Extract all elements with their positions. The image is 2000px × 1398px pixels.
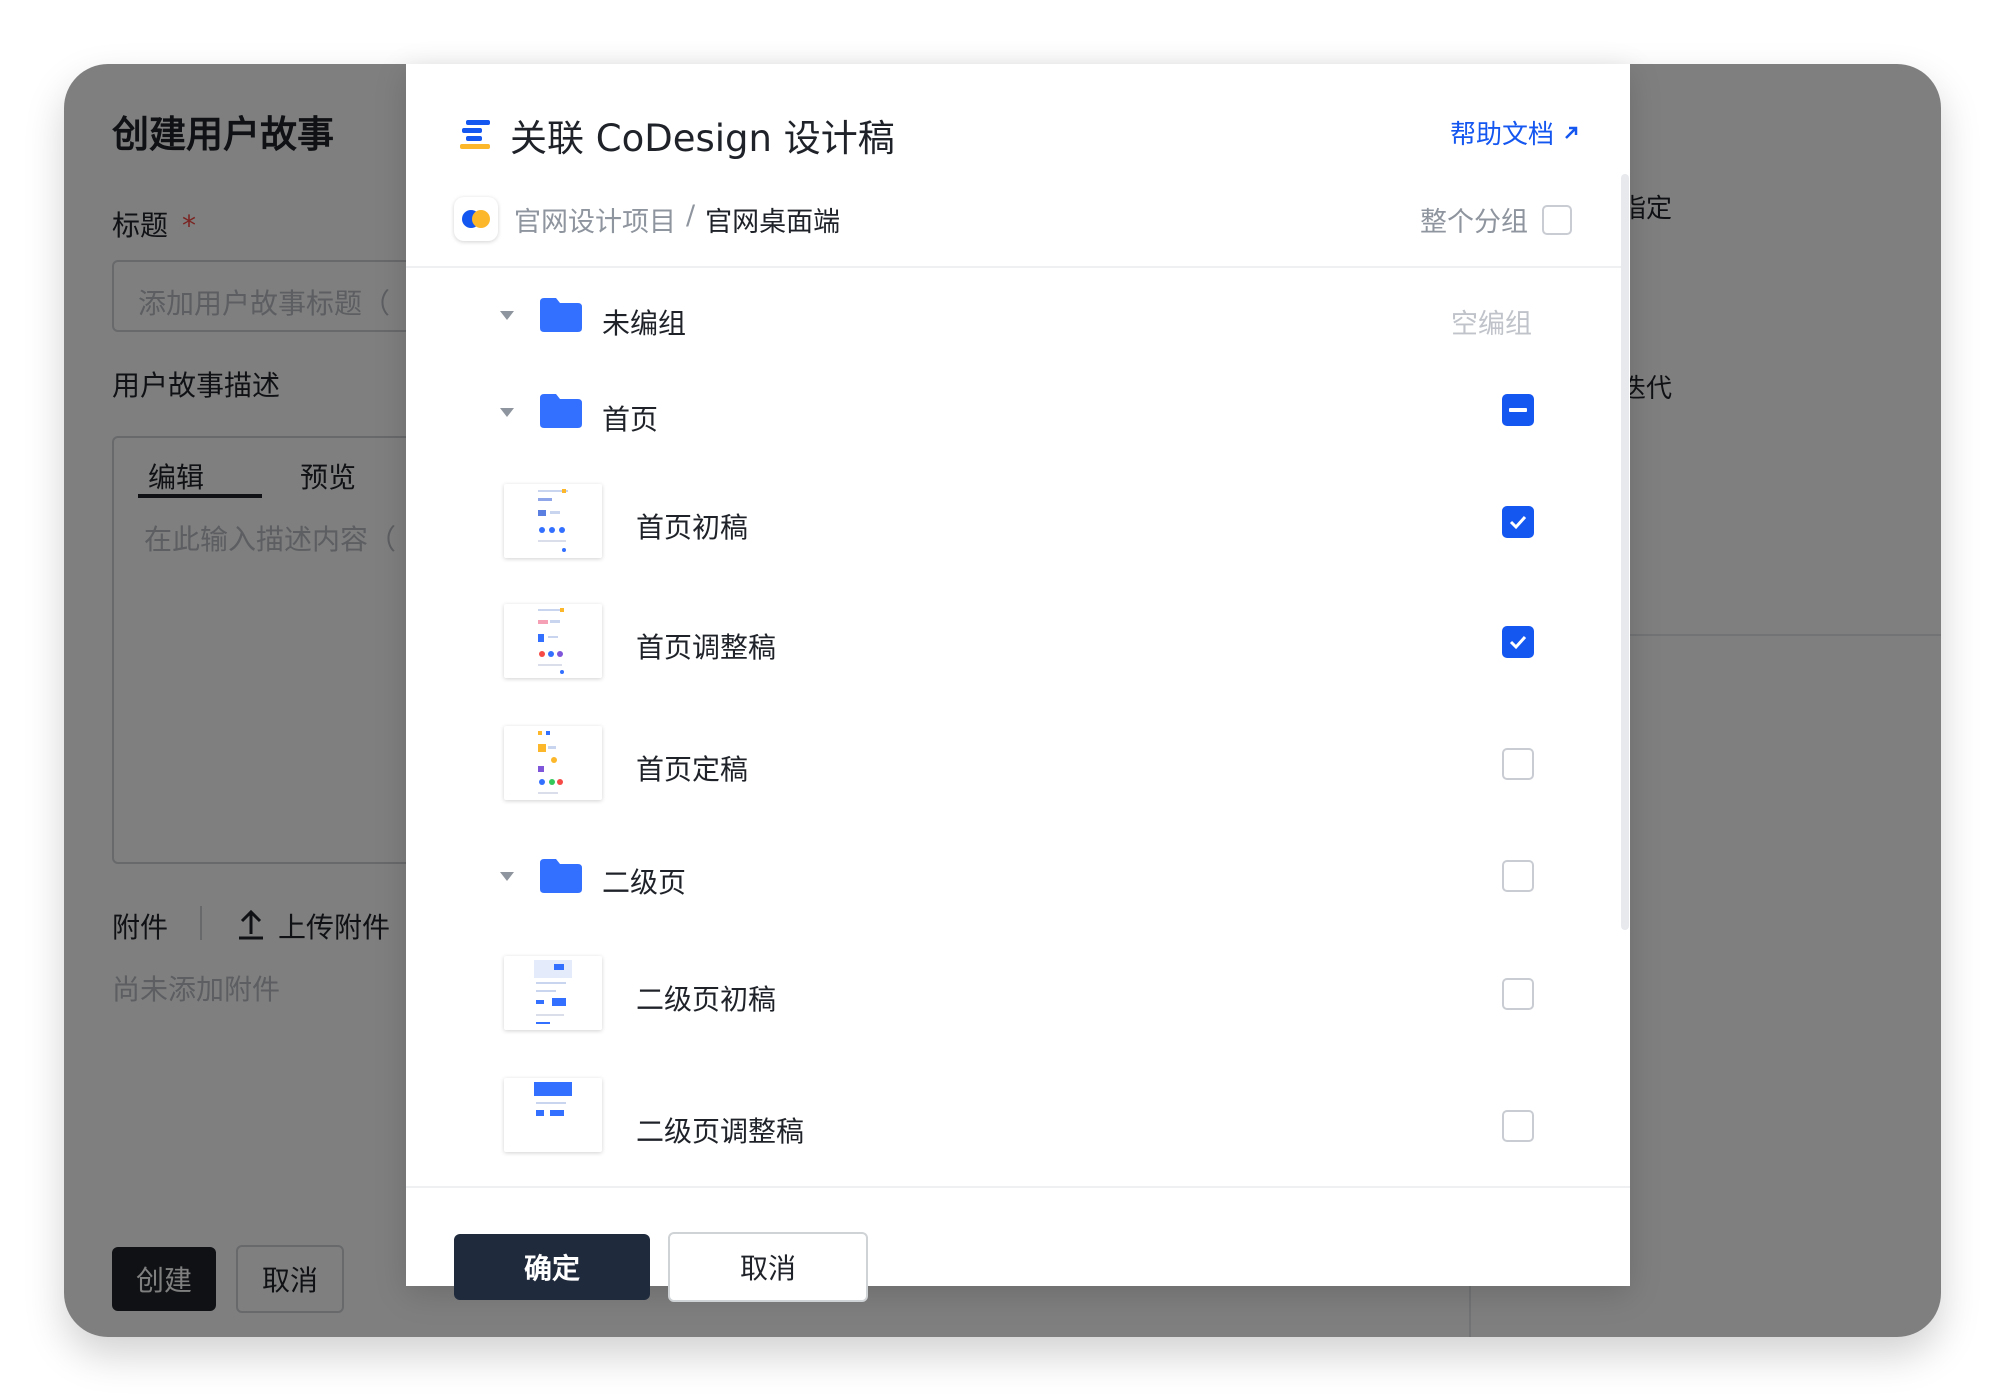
group-checkbox-indeterminate[interactable]: [1502, 394, 1534, 426]
file-checkbox-checked[interactable]: [1502, 626, 1534, 658]
scrollbar[interactable]: [1621, 174, 1629, 930]
tree-file-item[interactable]: 二级页初稿: [406, 932, 1621, 1054]
breadcrumb: 官网设计项目 / 官网桌面端: [514, 200, 840, 239]
file-checkbox[interactable]: [1502, 1110, 1534, 1142]
design-thumbnail: [504, 484, 602, 558]
link-codesign-modal: 关联 CoDesign 设计稿 帮助文档 官网设计项目 / 官网桌面端 整个分组…: [406, 64, 1630, 1302]
tree-file-item[interactable]: 二级页调整稿: [406, 1054, 1621, 1176]
file-label: 首页初稿: [636, 511, 749, 544]
group-label: 二级页: [602, 866, 687, 899]
design-thumbnail: [504, 726, 602, 800]
folder-icon: [540, 394, 582, 428]
tree-group-secondary[interactable]: 二级页: [406, 824, 1621, 932]
external-link-icon: [1565, 126, 1578, 139]
tree-group-ungrouped[interactable]: 未编组 空编组: [406, 268, 1621, 364]
file-label: 首页调整稿: [636, 631, 777, 664]
whole-group-label: 整个分组: [1420, 207, 1528, 238]
file-checkbox[interactable]: [1502, 748, 1534, 780]
design-preview-icon: [534, 1082, 572, 1116]
tree-file-item[interactable]: 首页调整稿: [406, 582, 1621, 704]
folder-icon: [540, 298, 582, 332]
folder-icon: [540, 859, 582, 893]
whole-group-toggle[interactable]: 整个分组: [1420, 200, 1572, 239]
group-label: 未编组: [602, 307, 687, 340]
modal-title: 关联 CoDesign 设计稿: [510, 117, 895, 160]
file-label: 二级页调整稿: [636, 1115, 805, 1148]
group-label: 首页: [602, 403, 659, 436]
tree-file-item[interactable]: 首页初稿: [406, 462, 1621, 582]
group-checkbox[interactable]: [1502, 860, 1534, 892]
caret-down-icon[interactable]: [500, 311, 514, 320]
design-preview-icon: [538, 489, 568, 552]
design-thumbnail: [504, 1078, 602, 1152]
caret-down-icon[interactable]: [500, 408, 514, 417]
codesign-logo-icon: [460, 120, 490, 149]
file-label: 首页定稿: [636, 753, 749, 786]
caret-down-icon[interactable]: [500, 872, 514, 881]
minus-icon: [1509, 408, 1527, 412]
empty-group-status: 空编组: [1451, 309, 1532, 340]
file-checkbox[interactable]: [1502, 978, 1534, 1010]
file-checkbox-checked[interactable]: [1502, 506, 1534, 538]
cancel-button[interactable]: 取消: [668, 1232, 868, 1302]
project-icon: [454, 197, 498, 241]
breadcrumb-current: 官网桌面端: [705, 207, 841, 238]
tree-group-homepage[interactable]: 首页: [406, 364, 1621, 462]
footer-divider: [406, 1186, 1630, 1188]
check-icon: [1509, 635, 1527, 650]
breadcrumb-separator: /: [686, 200, 696, 231]
tree-file-item[interactable]: 首页定稿: [406, 704, 1621, 824]
design-preview-icon: [538, 731, 563, 794]
breadcrumb-project[interactable]: 官网设计项目: [514, 200, 676, 239]
file-label: 二级页初稿: [636, 983, 777, 1016]
check-icon: [1509, 515, 1527, 530]
project-logo-icon: [462, 210, 490, 228]
help-docs-link[interactable]: 帮助文档: [1450, 114, 1580, 151]
help-docs-label: 帮助文档: [1449, 120, 1554, 150]
design-preview-icon: [534, 960, 572, 1024]
design-preview-icon: [538, 608, 564, 674]
confirm-button[interactable]: 确定: [454, 1234, 650, 1300]
whole-group-checkbox[interactable]: [1542, 204, 1572, 235]
design-thumbnail: [504, 956, 602, 1030]
design-tree: 未编组 空编组 首页 首页初稿 首页调整稿 首页定稿 二级页 二级页初稿 二级页…: [406, 268, 1621, 1186]
design-thumbnail: [504, 604, 602, 678]
